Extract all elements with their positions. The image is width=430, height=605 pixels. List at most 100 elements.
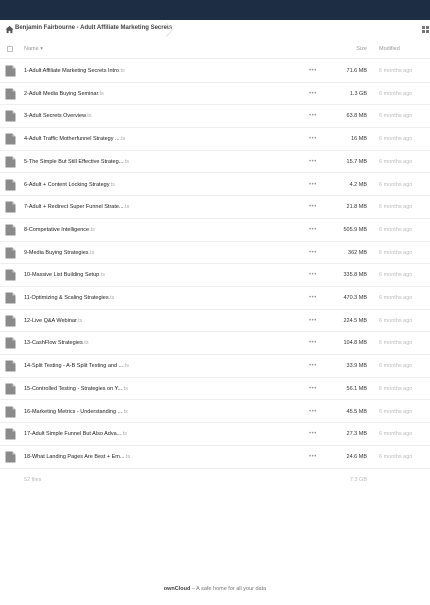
- file-name[interactable]: 13-CashFlow Strategies.ts: [24, 340, 89, 346]
- more-actions-icon[interactable]: •••: [309, 295, 317, 301]
- file-row[interactable]: 9-Media Buying Strategies.ts ••• 362 MB 6 m…: [0, 242, 430, 265]
- file-row[interactable]: 14-Split Testing - A-B Split Testing and…: [0, 355, 430, 378]
- file-row[interactable]: 16-Marketing Metrics - Understanding ...…: [0, 401, 430, 424]
- file-name[interactable]: 7-Adult + Redirect Super Funnel Strate..…: [24, 204, 129, 210]
- file-name[interactable]: 15-Controlled Testing - Strategies on Y.…: [24, 386, 128, 392]
- file-name[interactable]: 17-Adult Simple Funnel But Also Adva....…: [24, 431, 127, 437]
- file-name[interactable]: 9-Media Buying Strategies.ts: [24, 250, 94, 256]
- more-actions-icon[interactable]: •••: [309, 113, 317, 119]
- file-name[interactable]: 16-Marketing Metrics - Understanding ...…: [24, 409, 128, 415]
- file-icon: [5, 179, 16, 190]
- more-actions-icon[interactable]: •••: [309, 204, 317, 210]
- file-extension: .ts: [97, 90, 104, 97]
- modified-column-header[interactable]: Modified: [379, 46, 400, 52]
- file-modified: 6 months ago: [379, 90, 413, 97]
- more-actions-icon[interactable]: •••: [309, 363, 317, 369]
- file-size: 1.3 GB: [349, 90, 367, 97]
- name-column-header[interactable]: Name ▾: [24, 46, 43, 52]
- more-actions-icon[interactable]: •••: [309, 454, 317, 460]
- file-row[interactable]: 1-Adult Affiliate Marketing Secrets Intr…: [0, 60, 430, 83]
- file-modified: 6 months ago: [379, 385, 413, 392]
- file-row[interactable]: 4-Adult Traffic Motherfunnel Strategy ..…: [0, 128, 430, 151]
- footer: ownCloud – A safe home for all your data: [0, 586, 430, 592]
- file-name[interactable]: 11-Optimizing & Scaling Strategies.ts: [24, 295, 114, 301]
- file-extension: .ts: [109, 181, 115, 188]
- size-column-header[interactable]: Size: [356, 46, 367, 52]
- file-size: 362 MB: [348, 249, 367, 256]
- file-row[interactable]: 11-Optimizing & Scaling Strategies.ts •••…: [0, 287, 430, 310]
- file-extension: .ts: [76, 317, 83, 324]
- more-actions-icon[interactable]: •••: [309, 182, 317, 188]
- file-row[interactable]: 6-Adult + Content Locking Strategy.ts •••…: [0, 174, 430, 197]
- file-size: 56.1 MB: [346, 385, 367, 392]
- breadcrumb-current[interactable]: Benjamin Fairbourne - Adult Affiliate Ma…: [15, 25, 172, 31]
- file-size: 335.8 MB: [343, 272, 367, 279]
- file-name[interactable]: 10-Massive List Building Setup.ts: [24, 272, 105, 278]
- file-row[interactable]: 13-CashFlow Strategies.ts ••• 104.8 MB 6 mo…: [0, 332, 430, 356]
- footer-brand[interactable]: ownCloud: [164, 586, 191, 592]
- more-actions-icon[interactable]: •••: [309, 227, 317, 233]
- file-list-header: Name ▾ Size Modified: [0, 40, 430, 59]
- more-actions-icon[interactable]: •••: [309, 159, 317, 165]
- more-actions-icon[interactable]: •••: [309, 250, 317, 256]
- more-actions-icon[interactable]: •••: [309, 68, 317, 74]
- file-modified: 6 months ago: [379, 295, 413, 301]
- file-row[interactable]: 8-Competative Intelligence.ts ••• 505.9 MB…: [0, 219, 430, 242]
- file-name[interactable]: 8-Competative Intelligence.ts: [24, 227, 95, 233]
- file-modified: 6 months ago: [379, 136, 413, 143]
- more-actions-icon[interactable]: •••: [309, 409, 317, 415]
- more-actions-icon[interactable]: •••: [309, 431, 317, 437]
- more-actions-icon[interactable]: •••: [309, 136, 317, 142]
- more-actions-icon[interactable]: •••: [309, 386, 317, 392]
- file-size: 224.5 MB: [343, 317, 367, 324]
- file-icon: [5, 292, 16, 304]
- file-basename: 1-Adult Affiliate Marketing Secrets Intr…: [24, 68, 119, 74]
- more-actions-icon[interactable]: •••: [309, 91, 317, 97]
- file-basename: 2-Adult Media Buying Seminar: [24, 90, 98, 97]
- file-size: 27.3 MB: [346, 431, 367, 438]
- file-name[interactable]: 5-The Simple But Still Effective Strateg…: [24, 159, 129, 165]
- file-basename: 5-The Simple But Still Effective Strateg…: [24, 158, 124, 165]
- file-row[interactable]: 18-What Landing Pages Are Best + Em....t…: [0, 446, 430, 469]
- more-actions-icon[interactable]: •••: [309, 272, 317, 278]
- file-basename: 14-Split Testing - A-B Split Testing and…: [24, 363, 124, 370]
- file-name[interactable]: 12-Live Q&A Webinar.ts: [24, 318, 82, 324]
- file-size: 24.6 MB: [346, 453, 367, 460]
- file-name[interactable]: 3-Adult Secrets Overview.ts: [24, 113, 92, 119]
- file-basename: 16-Marketing Metrics - Understanding ...: [24, 408, 123, 415]
- file-basename: 8-Competative Intelligence: [24, 226, 90, 233]
- more-actions-icon[interactable]: •••: [309, 340, 317, 346]
- file-row[interactable]: 17-Adult Simple Funnel But Also Adva....…: [0, 423, 430, 446]
- top-bar: [0, 0, 430, 20]
- file-modified: 6 months ago: [379, 204, 413, 211]
- home-icon[interactable]: [5, 25, 14, 34]
- file-row[interactable]: 10-Massive List Building Setup.ts ••• 335.…: [0, 264, 430, 287]
- file-row[interactable]: 2-Adult Media Buying Seminar.ts ••• 1.3 GB…: [0, 83, 430, 106]
- more-actions-icon[interactable]: •••: [309, 318, 317, 324]
- file-name[interactable]: 4-Adult Traffic Motherfunnel Strategy ..…: [24, 136, 125, 142]
- file-row[interactable]: 5-The Simple But Still Effective Strateg…: [0, 151, 430, 174]
- select-all-checkbox[interactable]: [7, 46, 13, 52]
- file-extension: .ts: [123, 204, 130, 211]
- file-extension: .ts: [122, 385, 128, 392]
- file-row[interactable]: 12-Live Q&A Webinar.ts ••• 224.5 MB 6 month…: [0, 310, 430, 333]
- file-basename: 6-Adult + Content Locking Strategy: [24, 181, 110, 188]
- grid-view-icon[interactable]: [422, 26, 429, 33]
- file-name[interactable]: 18-What Landing Pages Are Best + Em....t…: [24, 454, 130, 460]
- file-modified: 6 months ago: [379, 453, 413, 460]
- file-icon: [5, 224, 16, 236]
- file-name[interactable]: 6-Adult + Content Locking Strategy.ts: [24, 182, 115, 188]
- file-name[interactable]: 14-Split Testing - A-B Split Testing and…: [24, 363, 129, 369]
- file-name[interactable]: 1-Adult Affiliate Marketing Secrets Intr…: [24, 68, 125, 74]
- file-extension: .ts: [89, 226, 95, 233]
- file-row[interactable]: 3-Adult Secrets Overview.ts ••• 63.8 MB 6 m…: [0, 105, 430, 129]
- breadcrumb-separator-icon: [165, 23, 173, 37]
- file-size: 21.8 MB: [346, 204, 367, 211]
- file-basename: 12-Live Q&A Webinar: [24, 317, 77, 324]
- file-modified: 6 months ago: [379, 249, 413, 256]
- file-name[interactable]: 2-Adult Media Buying Seminar.ts: [24, 91, 104, 97]
- file-modified: 6 months ago: [379, 226, 413, 233]
- file-row[interactable]: 7-Adult + Redirect Super Funnel Strate..…: [0, 196, 430, 219]
- file-row[interactable]: 15-Controlled Testing - Strategies on Y.…: [0, 378, 430, 401]
- file-modified: 6 months ago: [379, 68, 413, 74]
